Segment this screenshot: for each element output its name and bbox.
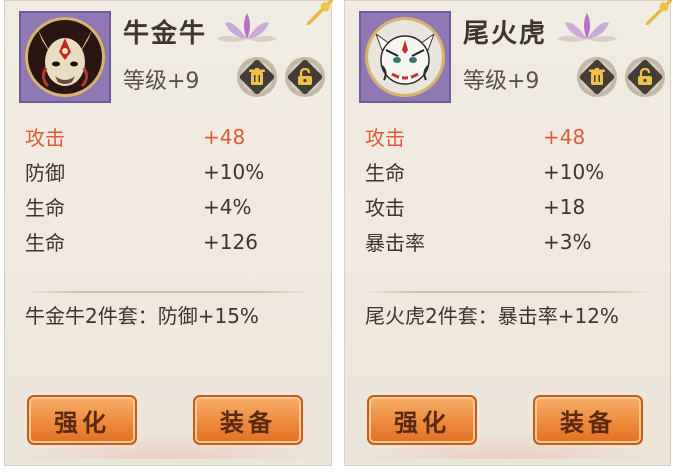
equip-button[interactable]: 装备: [533, 395, 643, 445]
ox-mask-portrait: [28, 20, 102, 94]
stat-value: +18: [543, 194, 586, 219]
stat-list: 攻击 +48 防御 +10% 生命 +4% 生命 +126: [25, 119, 325, 259]
diamond-badge: [286, 58, 324, 96]
stat-label: 生命: [25, 231, 65, 255]
divider: [23, 291, 313, 293]
unlock-icon: [638, 68, 652, 85]
stat-label: 生命: [25, 196, 65, 220]
stat-label: 防御: [25, 161, 65, 185]
stat-value: +48: [203, 124, 246, 149]
equipment-name: 牛金牛: [123, 19, 208, 49]
divider: [363, 291, 653, 293]
stat-label: 攻击: [25, 126, 65, 150]
stat-row: 攻击 +48: [25, 119, 325, 154]
stat-value: +126: [203, 229, 258, 254]
trash-icon: [249, 68, 265, 85]
stat-row: 暴击率 +3%: [365, 224, 665, 259]
equipment-card-left: 牛金牛 等级+9 攻击 +48 防御 +10% 生命 +4% 生命 +126 牛…: [4, 0, 333, 466]
stat-row: 攻击 +48: [365, 119, 665, 154]
stat-row: 攻击 +18: [365, 189, 665, 224]
diamond-badge: [578, 58, 616, 96]
stat-row: 生命 +10%: [365, 154, 665, 189]
stat-row: 防御 +10%: [25, 154, 325, 189]
portrait-frame[interactable]: [19, 11, 111, 103]
stat-label: 攻击: [365, 126, 405, 150]
stat-row: 生命 +126: [25, 224, 325, 259]
lotus-icon: [215, 11, 279, 49]
equipment-card-right: 尾火虎 等级+9 攻击 +48 生命 +10% 攻击 +18 暴击率 +3% 尾…: [344, 0, 672, 466]
stat-value: +48: [543, 124, 586, 149]
discard-button[interactable]: [577, 57, 617, 97]
enhance-button[interactable]: 强化: [367, 395, 477, 445]
lock-toggle-button[interactable]: [285, 57, 325, 97]
enhance-button[interactable]: 强化: [27, 395, 137, 445]
stat-value: +10%: [543, 159, 605, 184]
stat-row: 生命 +4%: [25, 189, 325, 224]
portrait-frame[interactable]: [359, 11, 451, 103]
equipment-level: 等级+9: [123, 69, 200, 94]
lotus-icon: [555, 11, 619, 49]
corner-ornament: [646, 0, 672, 25]
stat-value: +4%: [203, 194, 252, 219]
unlock-icon: [298, 68, 312, 85]
equipment-level: 等级+9: [463, 69, 540, 94]
stat-label: 暴击率: [365, 231, 425, 255]
discard-button[interactable]: [237, 57, 277, 97]
equip-button[interactable]: 装备: [193, 395, 303, 445]
diamond-badge: [626, 58, 664, 96]
equipment-name: 尾火虎: [463, 19, 548, 49]
set-bonus-text: 牛金牛2件套：防御+15%: [25, 304, 259, 328]
stat-value: +3%: [543, 229, 592, 254]
tiger-mask-portrait: [368, 20, 442, 94]
stat-list: 攻击 +48 生命 +10% 攻击 +18 暴击率 +3%: [365, 119, 665, 259]
corner-ornament: [307, 0, 333, 25]
lock-toggle-button[interactable]: [625, 57, 665, 97]
set-bonus-text: 尾火虎2件套：暴击率+12%: [365, 304, 619, 328]
stat-label: 生命: [365, 161, 405, 185]
diamond-badge: [238, 58, 276, 96]
stat-label: 攻击: [365, 196, 405, 220]
stat-value: +10%: [203, 159, 265, 184]
trash-icon: [589, 68, 605, 85]
